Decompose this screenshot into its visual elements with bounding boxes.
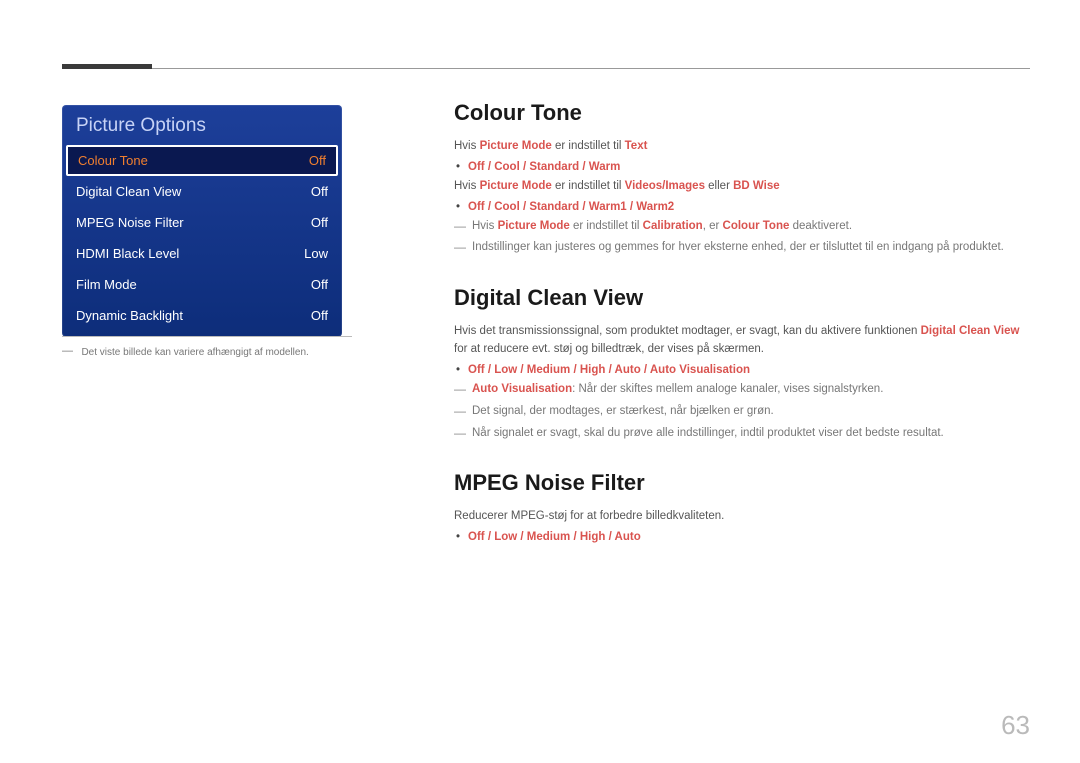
text: : Når der skiftes mellem analoge kanaler… bbox=[572, 383, 883, 395]
menu-row-value: Off bbox=[309, 153, 326, 168]
red-text: Off / Low / Medium / High / Auto / Auto … bbox=[468, 364, 750, 376]
menu-row-label: Film Mode bbox=[76, 277, 137, 292]
menu-row-label: Colour Tone bbox=[78, 153, 148, 168]
menu-row-hdmi-black-level[interactable]: HDMI Black Level Low bbox=[62, 238, 342, 269]
footnote-dash: ― bbox=[62, 345, 73, 357]
menu-row-dynamic-backlight[interactable]: Dynamic Backlight Off bbox=[62, 300, 342, 331]
dcv-dash1: Auto Visualisation: Når der skiftes mell… bbox=[454, 381, 1024, 399]
red-text: Auto Visualisation bbox=[472, 383, 572, 395]
menu-row-value: Off bbox=[311, 215, 328, 230]
text: er indstillet til bbox=[552, 140, 625, 152]
mpeg-intro: Reducerer MPEG-støj for at forbedre bill… bbox=[454, 508, 1024, 526]
text: Hvis bbox=[454, 140, 480, 152]
menu-row-label: Digital Clean View bbox=[76, 184, 181, 199]
heading-mpeg: MPEG Noise Filter bbox=[454, 470, 1024, 496]
menu-row-label: MPEG Noise Filter bbox=[76, 215, 184, 230]
menu-row-colour-tone[interactable]: Colour Tone Off bbox=[66, 145, 338, 176]
picture-options-panel: Picture Options Colour ToneOffDigital Cl… bbox=[62, 105, 342, 337]
text: eller bbox=[705, 180, 733, 192]
text: er indstillet til bbox=[552, 180, 625, 192]
heading-dcv: Digital Clean View bbox=[454, 285, 1024, 311]
ct-bullet2: Off / Cool / Standard / Warm1 / Warm2 bbox=[468, 201, 1024, 213]
section-mpeg: MPEG Noise Filter Reducerer MPEG-støj fo… bbox=[454, 470, 1024, 543]
ct-bullet1: Off / Cool / Standard / Warm bbox=[468, 161, 1024, 173]
red-text: Calibration bbox=[643, 220, 703, 232]
red-text: Text bbox=[625, 140, 648, 152]
heading-colour-tone: Colour Tone bbox=[454, 100, 1024, 126]
menu-row-label: HDMI Black Level bbox=[76, 246, 179, 261]
menu-row-label: Dynamic Backlight bbox=[76, 308, 183, 323]
red-text: Colour Tone bbox=[723, 220, 790, 232]
red-text: Off / Cool / Standard / Warm bbox=[468, 161, 620, 173]
dcv-dash2: Det signal, der modtages, er stærkest, n… bbox=[454, 403, 1024, 421]
menu-row-value: Off bbox=[311, 277, 328, 292]
section-colour-tone: Colour Tone Hvis Picture Mode er indstil… bbox=[454, 100, 1024, 257]
red-text: Picture Mode bbox=[480, 140, 552, 152]
mpeg-bullet1: Off / Low / Medium / High / Auto bbox=[468, 531, 1024, 543]
ct-dash1: Hvis Picture Mode er indstillet til Cali… bbox=[454, 218, 1024, 236]
red-text: Digital Clean View bbox=[921, 325, 1020, 337]
red-text: Picture Mode bbox=[480, 180, 552, 192]
section-digital-clean-view: Digital Clean View Hvis det transmission… bbox=[454, 285, 1024, 442]
menu-row-value: Off bbox=[311, 308, 328, 323]
menu-row-mpeg-noise-filter[interactable]: MPEG Noise Filter Off bbox=[62, 207, 342, 238]
menu-row-film-mode[interactable]: Film Mode Off bbox=[62, 269, 342, 300]
text: deaktiveret. bbox=[789, 220, 852, 232]
red-text: Off / Low / Medium / High / Auto bbox=[468, 531, 641, 543]
menu-row-digital-clean-view[interactable]: Digital Clean View Off bbox=[62, 176, 342, 207]
text: er indstillet til bbox=[570, 220, 643, 232]
page-top-rule bbox=[62, 68, 1030, 69]
panel-footnote: ― Det viste billede kan variere afhængig… bbox=[62, 336, 352, 360]
panel-title: Picture Options bbox=[62, 105, 342, 145]
page-number: 63 bbox=[1001, 710, 1030, 741]
text: Hvis bbox=[454, 180, 480, 192]
red-text: Picture Mode bbox=[498, 220, 570, 232]
menu-row-value: Low bbox=[304, 246, 328, 261]
red-text: Off / Cool / Standard / Warm1 / Warm2 bbox=[468, 201, 674, 213]
dcv-dash3: Når signalet er svagt, skal du prøve all… bbox=[454, 425, 1024, 443]
red-text: BD Wise bbox=[733, 180, 780, 192]
text: for at reducere evt. støj og billedtræk,… bbox=[454, 343, 764, 355]
page-top-tab bbox=[62, 64, 152, 69]
footnote-text: Det viste billede kan variere afhængigt … bbox=[81, 347, 308, 358]
dcv-bullet1: Off / Low / Medium / High / Auto / Auto … bbox=[468, 364, 1024, 376]
ct-line2: Hvis Picture Mode er indstillet til Vide… bbox=[454, 178, 1024, 196]
text: Hvis det transmissionssignal, som produk… bbox=[454, 325, 921, 337]
dcv-intro: Hvis det transmissionssignal, som produk… bbox=[454, 323, 1024, 359]
text: Hvis bbox=[472, 220, 498, 232]
red-text: Videos/Images bbox=[625, 180, 705, 192]
ct-dash2: Indstillinger kan justeres og gemmes for… bbox=[454, 239, 1024, 257]
text: , er bbox=[703, 220, 723, 232]
menu-row-value: Off bbox=[311, 184, 328, 199]
ct-line1: Hvis Picture Mode er indstillet til Text bbox=[454, 138, 1024, 156]
content-column: Colour Tone Hvis Picture Mode er indstil… bbox=[454, 100, 1024, 571]
